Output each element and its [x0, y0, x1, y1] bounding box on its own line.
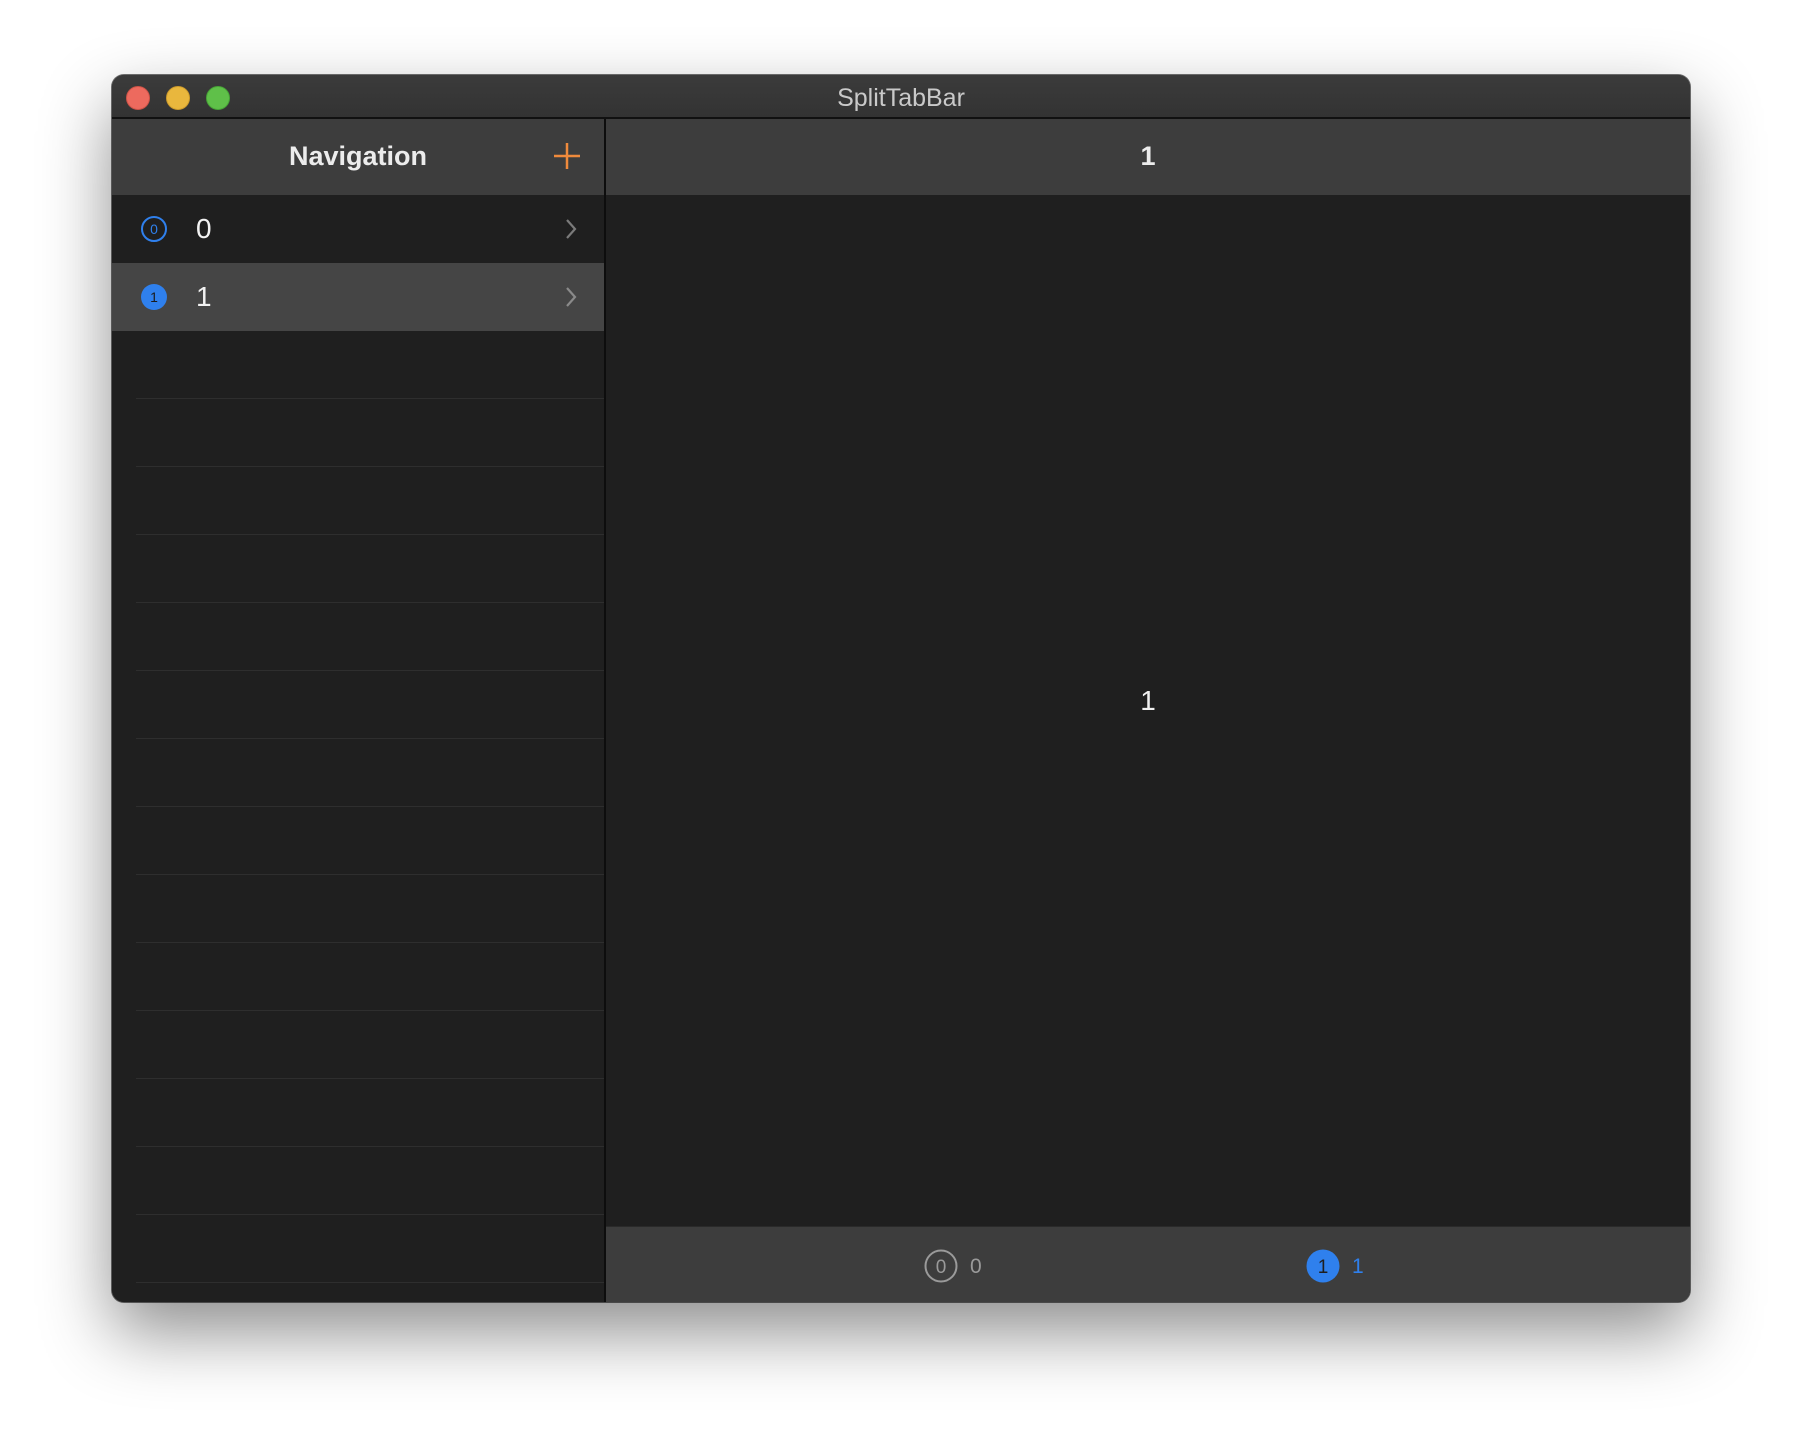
list-separator: [136, 1282, 604, 1283]
list-separator: [136, 1146, 604, 1147]
sidebar-header: Navigation: [112, 119, 604, 195]
circle-0-icon: 0: [141, 216, 167, 242]
svg-text:0: 0: [150, 221, 158, 237]
detail-header: 1: [606, 119, 1690, 195]
sidebar-title: Navigation: [288, 141, 428, 171]
list-separator: [136, 1078, 604, 1079]
detail-pane: 1 1 0 0 1 1: [606, 119, 1690, 1302]
list-separator: [136, 1010, 604, 1011]
title-bar[interactable]: SplitTabBar: [112, 75, 1690, 119]
detail-content-text: 1: [1140, 685, 1156, 716]
list-separator: [136, 534, 604, 535]
circle-0-icon: 0: [924, 1249, 958, 1283]
chevron-right-icon: [566, 219, 577, 239]
tab-1[interactable]: 1 1: [1306, 1249, 1386, 1283]
app-window: SplitTabBar Navigation 0 0 1 1 1 1 0 0 1…: [112, 75, 1690, 1302]
list-separator: [136, 602, 604, 603]
svg-text:1: 1: [150, 289, 158, 305]
list-separator: [136, 806, 604, 807]
list-separator: [136, 874, 604, 875]
tab-bar: 0 0 1 1: [606, 1226, 1690, 1302]
svg-text:0: 0: [936, 1257, 947, 1278]
list-separator: [136, 670, 604, 671]
list-separator: [136, 398, 604, 399]
sidebar-item-label: 0: [196, 213, 212, 244]
chevron-right-icon: [566, 287, 577, 307]
circle-1-fill-icon: 1: [1306, 1249, 1340, 1283]
detail-title: 1: [1140, 141, 1156, 171]
list-separator: [136, 466, 604, 467]
sidebar: Navigation 0 0 1 1: [112, 119, 606, 1302]
list-separator: [136, 1214, 604, 1215]
plus-icon: [554, 143, 580, 169]
window-title: SplitTabBar: [837, 84, 965, 112]
tab-label: 1: [1352, 1255, 1364, 1278]
sidebar-item-0[interactable]: 0 0: [112, 195, 604, 263]
detail-content: 1: [606, 195, 1690, 1226]
tab-0[interactable]: 0 0: [924, 1249, 1004, 1283]
list-separator: [136, 738, 604, 739]
svg-text:1: 1: [1318, 1257, 1329, 1278]
sidebar-item-label: 1: [196, 281, 212, 312]
list-separator: [136, 942, 604, 943]
sidebar-item-1[interactable]: 1 1: [112, 263, 604, 331]
add-button[interactable]: [550, 139, 584, 173]
circle-1-fill-icon: 1: [141, 284, 167, 310]
tab-label: 0: [970, 1255, 982, 1278]
